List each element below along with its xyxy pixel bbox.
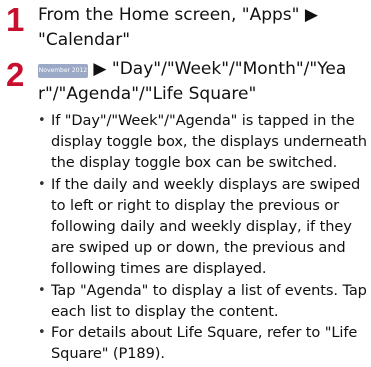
step-2-text: November 2012 ▶ "Day"/"Week"/"Month"/"Ye… xyxy=(38,57,368,107)
note-item: If the daily and weekly displays are swi… xyxy=(38,174,370,280)
note-item: For details about Life Square, refer to … xyxy=(38,322,370,364)
step-number-2: 2 xyxy=(6,56,25,93)
note-item: If "Day"/"Week"/"Agenda" is tapped in th… xyxy=(38,110,370,174)
note-item: Tap "Agenda" to display a list of events… xyxy=(38,280,370,322)
step-1-text: From the Home screen, "Apps" ▶ "Calendar… xyxy=(38,5,318,50)
step-number-1: 1 xyxy=(6,1,25,38)
calendar-month-button-icon: November 2012 xyxy=(38,64,88,78)
notes-list: If "Day"/"Week"/"Agenda" is tapped in th… xyxy=(38,110,370,364)
